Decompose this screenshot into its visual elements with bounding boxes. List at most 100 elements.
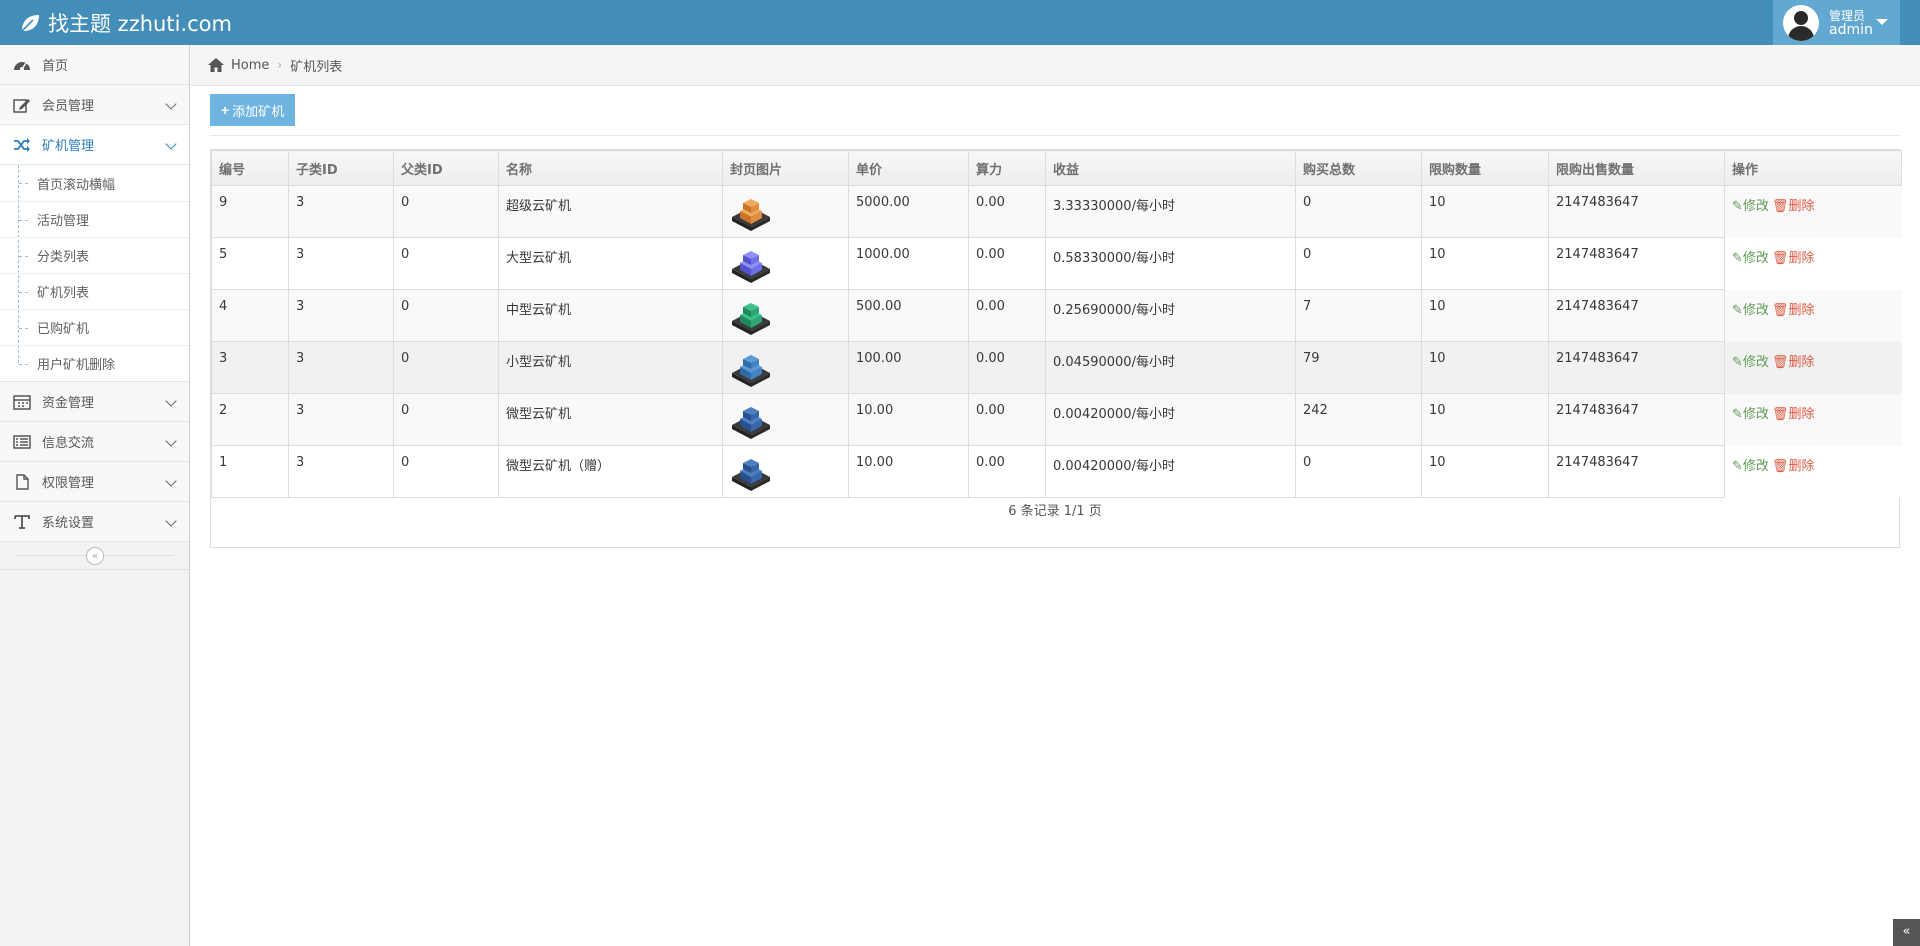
column-header[interactable]: 购买总数 xyxy=(1295,150,1422,186)
table-cell-sub-id: 3 xyxy=(288,185,394,238)
submenu-item-user-miner-delete[interactable]: 用户矿机删除 xyxy=(0,345,189,381)
submenu-item-activity[interactable]: 活动管理 xyxy=(0,201,189,237)
sidebar-item-label: 资金管理 xyxy=(42,396,95,411)
column-header[interactable]: 封页图片 xyxy=(722,150,849,186)
submenu-item-miner-list[interactable]: 矿机列表 xyxy=(0,273,189,309)
table-cell-id: 9 xyxy=(211,185,289,238)
table-cell-hash: 0.00 xyxy=(968,341,1046,394)
delete-label: 删除 xyxy=(1788,406,1815,422)
table-cell-price: 10.00 xyxy=(848,445,969,498)
table-cell-id: 3 xyxy=(211,341,289,394)
column-header[interactable]: 操作 xyxy=(1724,150,1902,186)
cover-image-cell xyxy=(722,341,849,394)
delete-label: 删除 xyxy=(1788,458,1815,474)
column-header[interactable]: 子类ID xyxy=(288,150,394,186)
sidebar-collapse-button[interactable]: « xyxy=(86,547,104,565)
table-cell-limit-sell: 2147483647 xyxy=(1548,237,1725,290)
sidebar-item-miners[interactable]: 矿机管理 xyxy=(0,125,189,165)
edit-button[interactable]: ✎修改 xyxy=(1732,199,1769,214)
table-cell-limit: 10 xyxy=(1421,341,1549,394)
sidebar-item-home[interactable]: 首页 xyxy=(0,45,189,85)
table-cell-parent-id: 0 xyxy=(393,237,499,290)
table-cell-parent-id: 0 xyxy=(393,289,499,342)
table-cell-parent-id: 0 xyxy=(393,185,499,238)
delete-button[interactable]: 🗑删除 xyxy=(1772,355,1815,370)
column-header[interactable]: 算力 xyxy=(968,150,1046,186)
sidebar: 首页 会员管理 矿机管理 首页滚动横幅 活动管理 分类列表 矿机列表 已购矿机 … xyxy=(0,45,190,946)
pencil-icon: ✎ xyxy=(1732,354,1743,370)
submenu-item-category[interactable]: 分类列表 xyxy=(0,237,189,273)
delete-button[interactable]: 🗑删除 xyxy=(1772,251,1815,266)
table-cell-sub-id: 3 xyxy=(288,393,394,446)
scroll-to-top-button[interactable]: « xyxy=(1893,919,1920,946)
pencil-icon: ✎ xyxy=(1732,199,1743,214)
edit-button[interactable]: ✎修改 xyxy=(1732,407,1769,422)
column-header[interactable]: 父类ID xyxy=(393,150,499,186)
table-cell-total: 7 xyxy=(1295,289,1422,342)
column-header[interactable]: 限购数量 xyxy=(1421,150,1549,186)
leaf-icon xyxy=(20,14,39,33)
sidebar-item-permissions[interactable]: 权限管理 xyxy=(0,462,189,502)
table-cell-id: 4 xyxy=(211,289,289,342)
column-header[interactable]: 编号 xyxy=(211,150,289,186)
delete-button[interactable]: 🗑删除 xyxy=(1772,459,1815,474)
table-row: 9 3 0 超级云矿机 5000.00 0.00 3.33330000/每小时 0 10 2147… xyxy=(211,185,1902,238)
sidebar-item-label: 信息交流 xyxy=(42,436,95,451)
sidebar-item-label: 矿机管理 xyxy=(42,139,95,154)
breadcrumb: Home › 矿机列表 xyxy=(191,45,1920,86)
edit-label: 修改 xyxy=(1742,250,1769,266)
list-alt-icon xyxy=(12,433,32,451)
table-cell-price: 5000.00 xyxy=(848,185,969,238)
edit-button[interactable]: ✎修改 xyxy=(1732,355,1769,370)
delete-button[interactable]: 🗑删除 xyxy=(1772,407,1815,422)
table-cell-limit-sell: 2147483647 xyxy=(1548,185,1725,238)
add-miner-button[interactable]: + 添加矿机 xyxy=(210,94,296,126)
random-icon xyxy=(12,136,32,154)
column-header[interactable]: 名称 xyxy=(498,150,723,186)
table-cell-sub-id: 3 xyxy=(288,341,394,394)
table-cell-sub-id: 3 xyxy=(288,237,394,290)
table-cell-limit-sell: 2147483647 xyxy=(1548,289,1725,342)
brand-link[interactable]: 找主题 zzhuti.com xyxy=(18,0,232,45)
column-header[interactable]: 收益 xyxy=(1045,150,1296,186)
table-cell-total: 242 xyxy=(1295,393,1422,446)
cover-image-cell xyxy=(722,393,849,446)
sidebar-item-members[interactable]: 会员管理 xyxy=(0,85,189,125)
table-cell-actions: ✎修改 🗑删除 xyxy=(1724,341,1902,394)
delete-button[interactable]: 🗑删除 xyxy=(1772,303,1815,318)
user-menu-toggle[interactable]: 管理员 admin xyxy=(1773,0,1900,45)
miner-cube-icon xyxy=(730,303,772,341)
sidebar-item-settings[interactable]: 系统设置 xyxy=(0,502,189,542)
miner-cube-icon xyxy=(730,355,772,393)
sidebar-item-messages[interactable]: 信息交流 xyxy=(0,422,189,462)
table-cell-profit: 0.00420000/每小时 xyxy=(1045,445,1296,498)
column-header[interactable]: 单价 xyxy=(848,150,969,186)
sidebar-item-funds[interactable]: 资金管理 xyxy=(0,382,189,422)
edit-label: 修改 xyxy=(1742,406,1769,422)
chevron-down-icon xyxy=(165,475,177,487)
table-cell-parent-id: 0 xyxy=(393,341,499,394)
submenu-item-banner[interactable]: 首页滚动横幅 xyxy=(0,165,189,201)
table-cell-limit: 10 xyxy=(1421,393,1549,446)
table-cell-name: 中型云矿机 xyxy=(498,289,723,342)
table-cell-sub-id: 3 xyxy=(288,445,394,498)
edit-button[interactable]: ✎修改 xyxy=(1732,459,1769,474)
divider xyxy=(210,135,1900,136)
table-cell-total: 0 xyxy=(1295,445,1422,498)
column-header[interactable]: 限购出售数量 xyxy=(1548,150,1725,186)
table-cell-limit: 10 xyxy=(1421,185,1549,238)
submenu-item-purchased[interactable]: 已购矿机 xyxy=(0,309,189,345)
table-row: 4 3 0 中型云矿机 500.00 0.00 0.25690000/每小时 7 10 21474… xyxy=(211,289,1902,342)
trash-icon: 🗑 xyxy=(1771,406,1789,422)
delete-button[interactable]: 🗑删除 xyxy=(1772,199,1815,214)
miner-cube-icon xyxy=(730,199,772,237)
table-cell-profit: 0.00420000/每小时 xyxy=(1045,393,1296,446)
edit-button[interactable]: ✎修改 xyxy=(1732,303,1769,318)
table-row: 5 3 0 大型云矿机 1000.00 0.00 0.58330000/每小时 0 10 2147… xyxy=(211,237,1902,290)
trash-icon: 🗑 xyxy=(1771,199,1789,214)
breadcrumb-home-link[interactable]: Home xyxy=(231,58,269,73)
miner-cube-icon xyxy=(730,407,772,445)
user-name: admin xyxy=(1829,21,1873,38)
text-icon xyxy=(12,513,32,531)
edit-button[interactable]: ✎修改 xyxy=(1732,251,1769,266)
